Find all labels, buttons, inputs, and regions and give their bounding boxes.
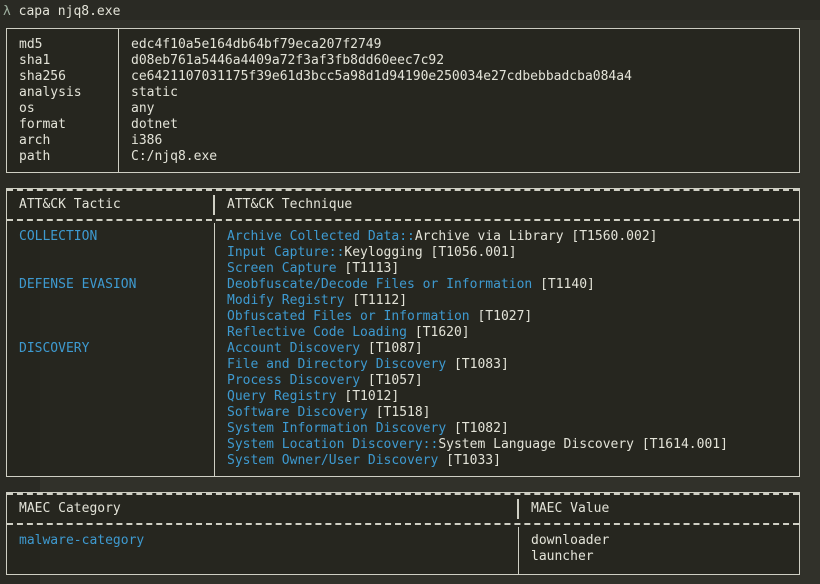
technique-name: Query Registry: [227, 389, 337, 404]
attack-top-border: [7, 189, 799, 191]
tactic-name: DEFENSE EVASION: [19, 277, 137, 292]
info-value: i386: [131, 133, 163, 148]
technique-name: Modify Registry: [227, 293, 345, 308]
info-value: any: [131, 101, 155, 116]
info-key: arch: [19, 133, 51, 148]
maec-category-header: MAEC Category: [19, 501, 121, 516]
technique-id: [T1614.001]: [641, 437, 728, 452]
technique-name: System Location Discovery: [227, 437, 423, 452]
technique-row: System Owner/User Discovery [T1033]: [227, 453, 501, 469]
technique-separator: ::: [399, 229, 415, 244]
technique-row: Input Capture::Keylogging [T1056.001]: [227, 245, 517, 261]
info-column-divider: [118, 29, 119, 172]
technique-name: Deobfuscate/Decode Files or Information: [227, 277, 533, 292]
technique-id: [T1113]: [344, 261, 400, 276]
technique-row: Archive Collected Data::Archive via Libr…: [227, 229, 657, 245]
maec-value-header: MAEC Value: [531, 501, 610, 516]
technique-id: [T1033]: [446, 453, 501, 468]
info-value: dotnet: [131, 117, 178, 132]
prompt-symbol: λ: [3, 4, 11, 19]
technique-name: Software Discovery: [227, 405, 368, 420]
subtechnique-name: Keylogging: [344, 245, 423, 260]
technique-name: Obfuscated Files or Information: [227, 309, 470, 324]
technique-row: Obfuscated Files or Information [T1027]: [227, 309, 532, 325]
info-value: C:/njq8.exe: [131, 149, 218, 164]
technique-row: System Information Discovery [T1082]: [227, 421, 509, 437]
subtechnique-name: System Language Discovery: [438, 437, 634, 452]
technique-id: [T1082]: [453, 421, 509, 436]
technique-id: [T1027]: [477, 309, 533, 324]
technique-name: Screen Capture: [227, 261, 337, 276]
maec-category-value: malware-category: [19, 533, 145, 548]
tactic-name: COLLECTION: [19, 229, 98, 244]
info-key: analysis: [19, 85, 82, 100]
attack-header-separator: [213, 195, 215, 215]
terminal-prompt: λ capa njq8.exe: [3, 4, 120, 20]
info-value: d08eb761a5446a4409a72f3af3fb8dd60eec7c92: [131, 53, 445, 68]
technique-id: [T1056.001]: [430, 245, 517, 260]
technique-row: Account Discovery [T1087]: [227, 341, 423, 357]
technique-row: Process Discovery [T1057]: [227, 373, 423, 389]
info-value: static: [131, 85, 178, 100]
technique-name: Process Discovery: [227, 373, 361, 388]
info-key: format: [19, 117, 66, 132]
technique-id: [T1620]: [414, 325, 470, 340]
attack-table: ATT&CK Tactic ATT&CK Technique COLLECTIO…: [6, 188, 800, 477]
info-value: ce6421107031175f39e61d3bcc5a98d1d94190e2…: [131, 69, 632, 84]
attack-technique-header: ATT&CK Technique: [227, 197, 353, 212]
info-key: os: [19, 101, 35, 116]
technique-row: Deobfuscate/Decode Files or Information …: [227, 277, 595, 293]
technique-name: Reflective Code Loading: [227, 325, 408, 340]
maec-header-border: [7, 523, 799, 525]
technique-row: Modify Registry [T1112]: [227, 293, 407, 309]
info-key: path: [19, 149, 51, 164]
technique-name: Archive Collected Data: [227, 229, 400, 244]
technique-name: Account Discovery: [227, 341, 361, 356]
technique-row: Query Registry [T1012]: [227, 389, 399, 405]
technique-row: System Location Discovery::System Langua…: [227, 437, 728, 453]
technique-name: System Information Discovery: [227, 421, 447, 436]
technique-id: [T1560.002]: [571, 229, 658, 244]
technique-id: [T1087]: [367, 341, 423, 356]
technique-separator: ::: [422, 437, 439, 452]
subtechnique-name: Archive via Library: [414, 229, 564, 244]
technique-row: File and Directory Discovery [T1083]: [227, 357, 509, 373]
maec-value-item: downloader: [531, 533, 610, 548]
maec-header-separator: [517, 499, 519, 519]
file-info-table: md5 edc4f10a5e164db64bf79eca207f2749 sha1 d…: [6, 28, 800, 173]
technique-row: Reflective Code Loading [T1620]: [227, 325, 470, 341]
info-key: sha256: [19, 69, 66, 84]
info-value: edc4f10a5e164db64bf79eca207f2749: [131, 37, 382, 52]
maec-value-item: launcher: [531, 549, 594, 564]
attack-column-divider: [214, 223, 215, 476]
technique-separator: ::: [328, 245, 345, 260]
technique-name: File and Directory Discovery: [227, 357, 447, 372]
attack-tactic-header: ATT&CK Tactic: [19, 197, 121, 212]
maec-top-border: [7, 493, 799, 495]
prompt-command: capa njq8.exe: [18, 4, 121, 19]
technique-id: [T1112]: [352, 293, 408, 308]
technique-id: [T1140]: [540, 277, 595, 292]
technique-id: [T1057]: [367, 373, 423, 388]
technique-row: Software Discovery [T1518]: [227, 405, 431, 421]
technique-id: [T1518]: [375, 405, 431, 420]
technique-id: [T1083]: [453, 357, 509, 372]
maec-table: MAEC Category MAEC Value malware-categor…: [6, 492, 800, 575]
technique-id: [T1012]: [344, 389, 400, 404]
tactic-name: DISCOVERY: [19, 341, 90, 356]
maec-column-divider: [518, 527, 519, 574]
technique-row: Screen Capture [T1113]: [227, 261, 399, 277]
info-key: md5: [19, 37, 43, 52]
info-key: sha1: [19, 53, 51, 68]
attack-header-border: [7, 219, 799, 221]
technique-name: Input Capture: [227, 245, 329, 260]
technique-name: System Owner/User Discovery: [227, 453, 439, 468]
